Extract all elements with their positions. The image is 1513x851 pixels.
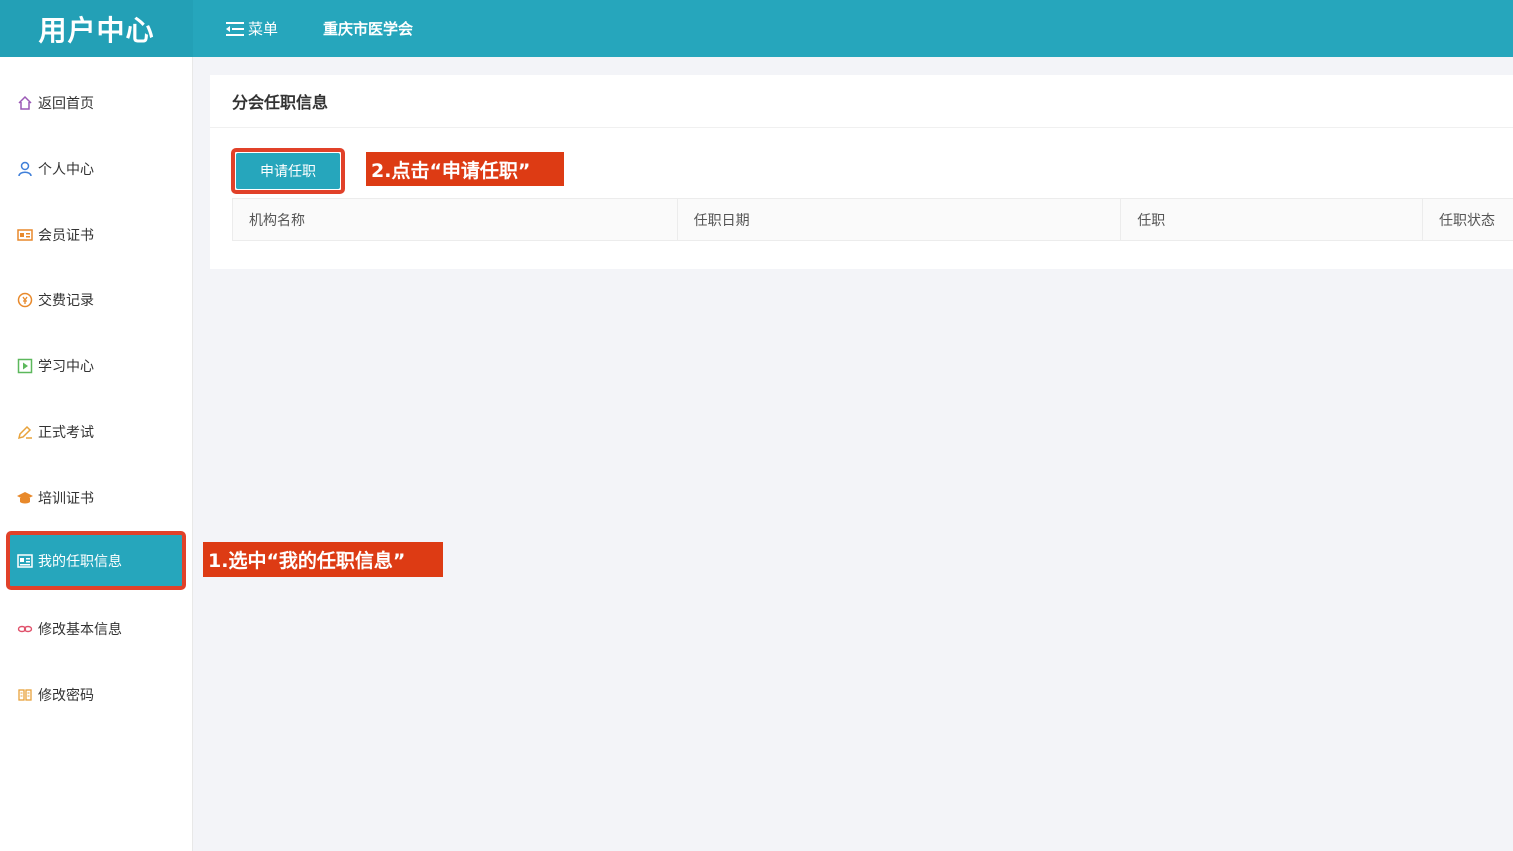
menu-label: 菜单 <box>248 20 279 38</box>
id-card-icon <box>16 552 34 570</box>
positions-table-header: 机构名称 任职日期 任职 任职状态 <box>232 198 1513 241</box>
apply-position-label: 申请任职 <box>236 153 340 189</box>
sidebar-item-change-password[interactable]: 修改密码 <box>6 667 186 723</box>
annotation-step1: 1.选中“我的任职信息” <box>203 542 443 577</box>
brand-logo[interactable]: 用户中心 <box>0 0 193 57</box>
sidebar-item-label: 会员证书 <box>38 228 94 244</box>
org-name-link[interactable]: 重庆市医学会 <box>323 0 413 57</box>
link-icon <box>16 620 34 638</box>
top-bar: 用户中心 菜单 重庆市医学会 <box>0 0 1513 57</box>
sidebar-item-learning-center[interactable]: 学习中心 <box>6 338 186 394</box>
sidebar-item-label: 返回首页 <box>38 96 94 112</box>
certificate-icon <box>16 226 34 244</box>
key-icon <box>16 686 34 704</box>
sidebar-item-label: 个人中心 <box>38 162 94 178</box>
sidebar-item-label: 正式考试 <box>38 425 94 441</box>
sidebar-item-label: 学习中心 <box>38 359 94 375</box>
home-icon <box>16 94 34 112</box>
sidebar-item-edit-info[interactable]: 修改基本信息 <box>6 601 186 657</box>
sidebar-item-payment-records[interactable]: 交费记录 <box>6 272 186 328</box>
payment-icon <box>16 291 34 309</box>
page-title: 分会任职信息 <box>210 75 1513 128</box>
graduation-cap-icon <box>16 489 34 507</box>
sidebar-item-member-certificate[interactable]: 会员证书 <box>6 207 186 263</box>
menu-toggle-button[interactable]: 菜单 <box>226 0 278 57</box>
column-header-org[interactable]: 机构名称 <box>233 199 678 240</box>
sidebar-item-training-certificate[interactable]: 培训证书 <box>6 470 186 526</box>
play-icon <box>16 357 34 375</box>
pen-icon <box>16 423 34 441</box>
column-header-date[interactable]: 任职日期 <box>678 199 1122 240</box>
sidebar-item-label: 修改基本信息 <box>38 622 122 638</box>
apply-position-button[interactable]: 申请任职 <box>231 148 345 194</box>
sidebar-item-label: 修改密码 <box>38 688 94 704</box>
column-header-status[interactable]: 任职状态 <box>1423 199 1513 240</box>
sidebar: 返回首页 个人中心 会员证书 交费记录 学习中心 正式考试 培训证书 我的任职信… <box>0 57 193 851</box>
menu-icon <box>226 21 244 36</box>
sidebar-item-home[interactable]: 返回首页 <box>6 75 186 131</box>
sidebar-item-my-positions[interactable]: 我的任职信息 <box>6 531 186 590</box>
column-header-position[interactable]: 任职 <box>1121 199 1424 240</box>
user-icon <box>16 160 34 178</box>
sidebar-item-label: 培训证书 <box>38 491 94 507</box>
sidebar-item-profile[interactable]: 个人中心 <box>6 141 186 197</box>
annotation-step2: 2.点击“申请任职” <box>366 152 564 186</box>
sidebar-item-label: 我的任职信息 <box>38 553 122 570</box>
sidebar-item-formal-exam[interactable]: 正式考试 <box>6 404 186 460</box>
sidebar-item-label: 交费记录 <box>38 293 94 309</box>
